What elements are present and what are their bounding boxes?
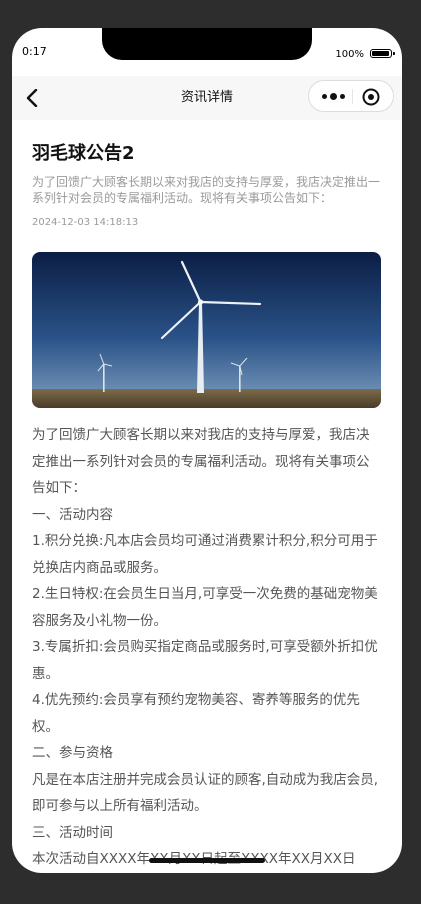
notch <box>102 28 312 60</box>
wind-turbines-image <box>32 252 381 408</box>
battery-icon <box>370 49 395 58</box>
battery-percent: 100% <box>335 49 364 60</box>
body-paragraph: 二、参与资格 <box>32 745 113 761</box>
target-circle-icon[interactable] <box>361 87 381 107</box>
body-paragraph: 1.积分兑换:凡本店会员均可通过消费累计积分,积分可用于兑换店内商品或服务。 <box>32 533 378 576</box>
body-paragraph: 凡是在本店注册并完成会员认证的顾客,自动成为我店会员,即可参与以上所有福利活动。 <box>32 771 379 815</box>
article-title: 羽毛球公告2 <box>32 143 135 164</box>
article-summary: 为了回馈广大顾客长期以来对我店的支持与厚爱，我店决定推出一系列针对会员的专属福利… <box>32 175 381 205</box>
phone-screen: 0:17 100% 资讯详情 羽毛球公告2 为了回馈广大顾客长期以来对我店的支持… <box>12 28 402 873</box>
mini-program-capsule <box>308 80 394 112</box>
article: 羽毛球公告2 为了回馈广大顾客长期以来对我店的支持与厚爱，我店决定推出一系列针对… <box>32 120 381 873</box>
home-indicator[interactable] <box>149 858 265 863</box>
body-paragraph: 为了回馈广大顾客长期以来对我店的支持与厚爱，我店决定推出一系列针对会员的专属福利… <box>32 427 370 496</box>
article-body: 为了回馈广大顾客长期以来对我店的支持与厚爱，我店决定推出一系列针对会员的专属福利… <box>32 422 381 873</box>
body-paragraph: 2.生日特权:在会员生日当月,可享受一次免费的基础宠物美容服务及小礼物一份。 <box>32 586 378 629</box>
article-time: 2024-12-03 14:18:13 <box>32 217 139 228</box>
body-paragraph: 3.专属折扣:会员购买指定商品或服务时,可享受额外折扣优惠。 <box>32 639 378 682</box>
more-dots-icon[interactable] <box>319 88 347 104</box>
body-paragraph: 三、活动时间 <box>32 824 113 841</box>
capsule-divider <box>352 89 353 104</box>
status-time: 0:17 <box>22 45 47 58</box>
body-paragraph: 4.优先预约:会员享有预约宠物美容、寄养等服务的优先权。 <box>32 692 360 735</box>
body-paragraph: 一、活动内容 <box>32 506 113 523</box>
navbar: 资讯详情 <box>12 76 402 120</box>
